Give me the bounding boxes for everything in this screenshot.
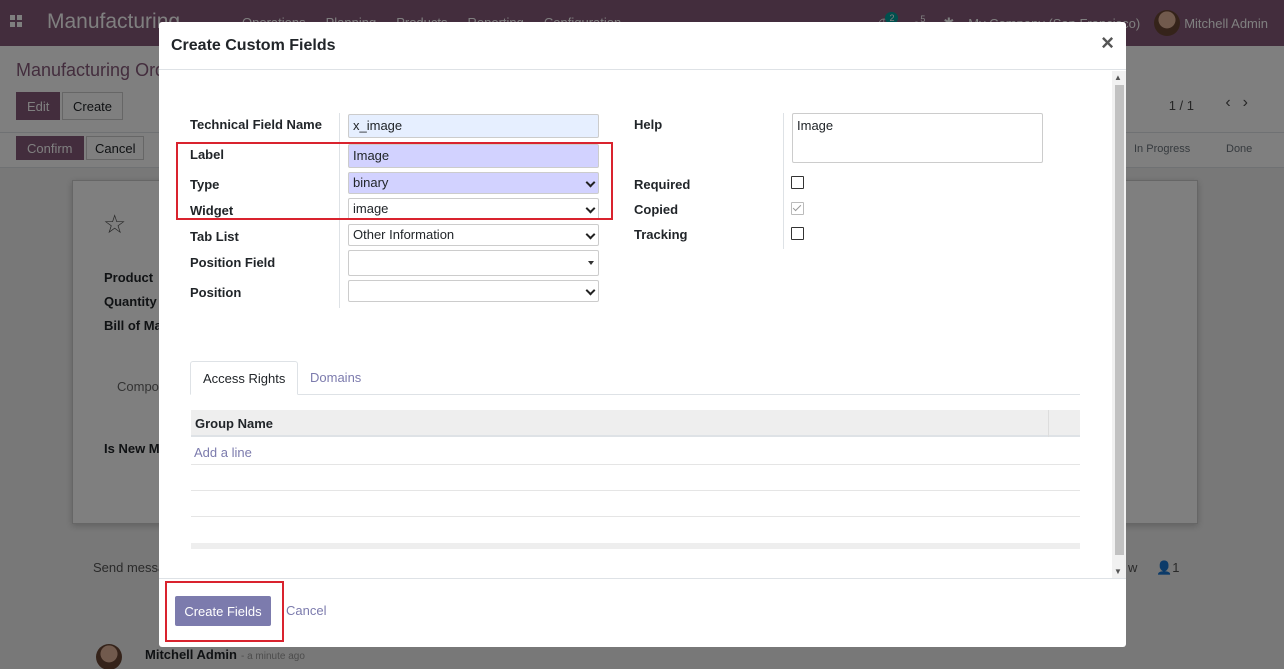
help-textarea[interactable]: Image — [792, 113, 1043, 163]
cancel-button[interactable]: Cancel — [286, 603, 326, 618]
dialog-footer: Create Fields Cancel — [159, 578, 1126, 647]
group-grid-header: Group Name — [191, 410, 1080, 437]
table-row — [191, 465, 1080, 491]
scroll-up-icon[interactable]: ▲ — [1114, 73, 1122, 82]
tracking-label: Tracking — [634, 227, 688, 242]
chevron-down-icon — [585, 285, 596, 296]
position-field-select[interactable] — [348, 250, 599, 276]
right-column-separator — [783, 113, 784, 249]
help-label: Help — [634, 117, 663, 132]
chevron-down-icon — [585, 229, 596, 240]
dialog-header: Create Custom Fields × — [159, 22, 1126, 70]
table-row: Add a line — [191, 439, 1080, 465]
required-label: Required — [634, 177, 691, 192]
table-row — [191, 491, 1080, 517]
scroll-thumb[interactable] — [1115, 85, 1124, 555]
tab-access-rights[interactable]: Access Rights — [190, 361, 299, 395]
group-name-column[interactable]: Group Name — [195, 416, 273, 431]
tab-list-label: Tab List — [190, 229, 239, 244]
dialog-scrollbar[interactable]: ▲ ▼ — [1112, 71, 1126, 578]
grid-column-separator — [1048, 410, 1049, 437]
dialog-tabs: Access Rights Domains — [190, 361, 1080, 395]
close-icon[interactable]: × — [1101, 32, 1114, 54]
highlight-box-fields — [176, 142, 613, 220]
add-line-link[interactable]: Add a line — [194, 445, 252, 460]
technical-field-name-input[interactable]: x_image — [348, 114, 599, 138]
tab-domains[interactable]: Domains — [298, 361, 373, 395]
copied-label: Copied — [634, 202, 679, 217]
position-select[interactable] — [348, 280, 599, 302]
tab-list-select[interactable]: Other Information — [348, 224, 599, 246]
position-field-label: Position Field — [190, 255, 276, 270]
copied-checkbox — [791, 202, 804, 215]
tab-list-select-value: Other Information — [353, 227, 455, 242]
required-checkbox[interactable] — [791, 176, 804, 189]
create-custom-fields-dialog: Create Custom Fields × Technical Field N… — [159, 22, 1126, 647]
highlight-box-create — [165, 581, 284, 642]
caret-down-icon — [588, 261, 594, 265]
dialog-body: Technical Field Name Label Type Widget T… — [159, 71, 1126, 578]
tracking-checkbox[interactable] — [791, 227, 804, 240]
grid-footer — [191, 543, 1080, 549]
position-label: Position — [190, 285, 242, 300]
technical-field-name-label: Technical Field Name — [190, 117, 322, 132]
scroll-down-icon[interactable]: ▼ — [1114, 567, 1122, 576]
dialog-title: Create Custom Fields — [171, 37, 336, 54]
